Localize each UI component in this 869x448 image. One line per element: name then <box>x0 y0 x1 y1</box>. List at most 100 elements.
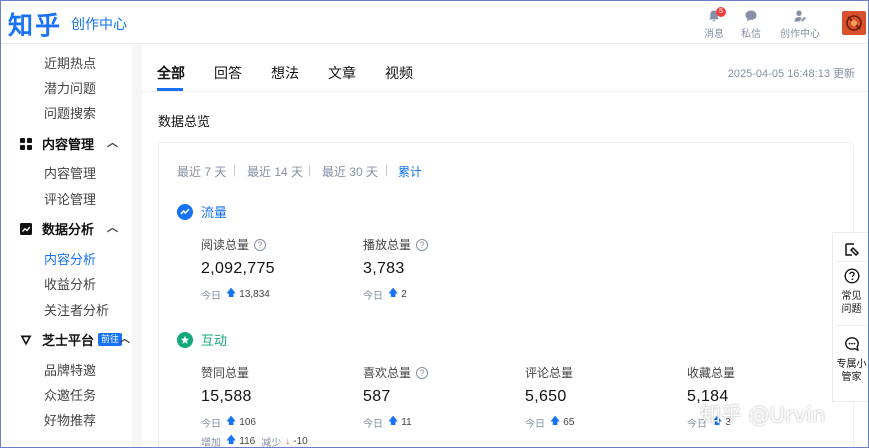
reads-today: 13,834 <box>239 289 270 300</box>
main-panel: 全部 回答 想法 文章 视频 2025-04-05 16:48:13 更新 数据… <box>142 44 869 448</box>
sidebar-group-content-management[interactable]: 内容管理 ︿ <box>19 134 118 153</box>
faq-button[interactable]: 常见问题 <box>833 268 869 316</box>
help-icon[interactable]: ? <box>416 238 429 251</box>
sidebar-item-product-recommend[interactable]: 好物推荐 <box>44 410 96 429</box>
feedback-button[interactable] <box>833 241 869 263</box>
plays-label: 播放总量 <box>363 238 412 252</box>
section-title: 数据总览 <box>158 114 211 129</box>
sidebar-item-question-search[interactable]: 问题搜索 <box>44 103 96 122</box>
divider <box>837 325 866 326</box>
reads-label: 阅读总量 <box>201 238 250 252</box>
likes-metric: 赞同总量 15,588 今日 🡅 106 增加 🡅 116 减少 ↓ -10 <box>201 364 308 448</box>
sidebar-group-label: 数据分析 <box>42 222 95 237</box>
sidebar-group-data-analysis[interactable]: 数据分析 ︿ <box>19 219 118 238</box>
decrease-label: 减少 <box>261 438 282 448</box>
reads-metric: 阅读总量? 2,092,775 今日 🡅 13,834 <box>201 236 275 303</box>
help-icon[interactable]: ? <box>254 238 267 251</box>
sidebar-item-content-management[interactable]: 内容管理 <box>44 163 96 182</box>
zhihu-logo[interactable]: 知乎 <box>8 6 62 42</box>
messages-badge: 5 <box>716 7 726 17</box>
question-circle-icon <box>843 268 860 284</box>
favs-value: 587 <box>363 388 391 405</box>
arrow-up-icon: 🡅 <box>226 288 237 299</box>
collects-label: 收藏总量 <box>687 366 736 380</box>
star-icon <box>177 331 193 348</box>
divider <box>837 261 866 262</box>
creator-center-button[interactable]: 创作中心 <box>778 9 822 40</box>
direct-messages-label: 私信 <box>741 29 761 40</box>
increase-label: 增加 <box>201 438 221 448</box>
direct-messages-button[interactable]: 私信 <box>731 9 771 40</box>
floating-help-panel: 常见问题 专属小管家 <box>832 232 869 402</box>
arrow-up-icon: 🡅 <box>226 435 237 446</box>
arrow-up-icon: 🡅 <box>226 416 237 427</box>
chevron-up-icon: ︿ <box>107 222 118 234</box>
header-subtitle[interactable]: 创作中心 <box>71 14 127 34</box>
sidebar-item-comment-management[interactable]: 评论管理 <box>44 189 96 208</box>
zhishi-logo-icon <box>20 335 32 345</box>
plays-today: 2 <box>401 289 407 300</box>
creator-center-label: 创作中心 <box>780 29 820 40</box>
messages-button[interactable]: 5 消息 <box>694 7 734 40</box>
tab-thoughts[interactable]: 想法 <box>271 63 299 83</box>
today-label: 今日 <box>525 419 545 430</box>
tab-articles[interactable]: 文章 <box>328 63 356 83</box>
today-label: 今日 <box>201 291 221 302</box>
steward-button[interactable]: 专属小管家 <box>833 336 869 384</box>
arrow-up-icon: 🡅 <box>550 416 561 427</box>
interaction-title: 互动 <box>201 333 228 348</box>
sidebar-item-revenue-analysis[interactable]: 收益分析 <box>44 274 96 293</box>
sidebar-item-potential-questions[interactable]: 潜力问题 <box>44 78 96 97</box>
sidebar-item-content-analysis[interactable]: 内容分析 <box>44 249 96 268</box>
sidebar-item-crowd-tasks[interactable]: 众邀任务 <box>44 385 96 404</box>
update-timestamp: 2025-04-05 16:48:13 更新 <box>727 68 855 80</box>
today-label: 今日 <box>363 291 383 302</box>
tab-divider <box>142 91 869 92</box>
chat-icon <box>745 10 757 22</box>
likes-value: 15,588 <box>201 388 252 405</box>
user-edit-icon <box>794 10 806 22</box>
likes-decrease: -10 <box>293 436 308 447</box>
interaction-category: 互动 <box>177 330 227 349</box>
tab-answers[interactable]: 回答 <box>214 63 242 83</box>
chevron-up-icon: ︿ <box>119 333 130 345</box>
plays-metric: 播放总量? 3,783 今日 🡅 2 <box>363 236 429 303</box>
sidebar-item-recent-hot[interactable]: 近期热点 <box>44 53 96 72</box>
favs-metric: 喜欢总量? 587 今日 🡅 11 <box>363 364 429 431</box>
comments-today: 65 <box>563 417 575 428</box>
sidebar-group-label: 芝士平台 <box>42 333 95 348</box>
today-label: 今日 <box>201 419 221 430</box>
arrow-up-icon: 🡅 <box>388 416 399 427</box>
comments-label: 评论总量 <box>525 366 574 380</box>
traffic-title: 流量 <box>201 205 228 220</box>
comments-metric: 评论总量 5,650 今日 🡅 65 <box>525 364 574 431</box>
favs-today: 11 <box>401 417 412 428</box>
help-icon[interactable]: ? <box>416 366 429 379</box>
range-7-days[interactable]: 最近 7 天 <box>177 163 226 180</box>
today-label: 今日 <box>363 419 383 430</box>
range-separator: | <box>233 163 237 177</box>
comments-value: 5,650 <box>525 388 567 405</box>
range-14-days[interactable]: 最近 14 天 <box>247 163 303 180</box>
range-cumulative[interactable]: 累计 <box>398 163 422 180</box>
user-avatar[interactable] <box>842 11 866 35</box>
plays-value: 3,783 <box>363 260 405 277</box>
arrow-up-icon: 🡅 <box>388 288 399 299</box>
sidebar: 近期热点 潜力问题 问题搜索 内容管理 ︿ 内容管理 评论管理 数据分析 ︿ 内… <box>0 44 132 448</box>
chevron-up-icon: ︿ <box>107 137 118 149</box>
reads-value: 2,092,775 <box>201 260 275 277</box>
favs-label: 喜欢总量 <box>363 366 412 380</box>
sidebar-item-brand-invites[interactable]: 品牌特邀 <box>44 360 96 379</box>
traffic-icon <box>177 203 193 220</box>
watermark: 知乎 @Urvin <box>700 403 826 427</box>
traffic-category: 流量 <box>177 202 227 221</box>
tab-videos[interactable]: 视频 <box>385 63 413 83</box>
steward-label: 专属小管家 <box>836 359 867 383</box>
sidebar-group-zhishi-platform[interactable]: 芝士平台 前往 ︿ <box>19 330 130 349</box>
tab-all[interactable]: 全部 <box>157 63 185 83</box>
sidebar-item-follower-analysis[interactable]: 关注者分析 <box>44 300 109 319</box>
range-separator: | <box>308 163 312 177</box>
feedback-icon <box>844 243 859 257</box>
arrow-down-icon: ↓ <box>285 436 291 447</box>
range-30-days[interactable]: 最近 30 天 <box>322 163 378 180</box>
